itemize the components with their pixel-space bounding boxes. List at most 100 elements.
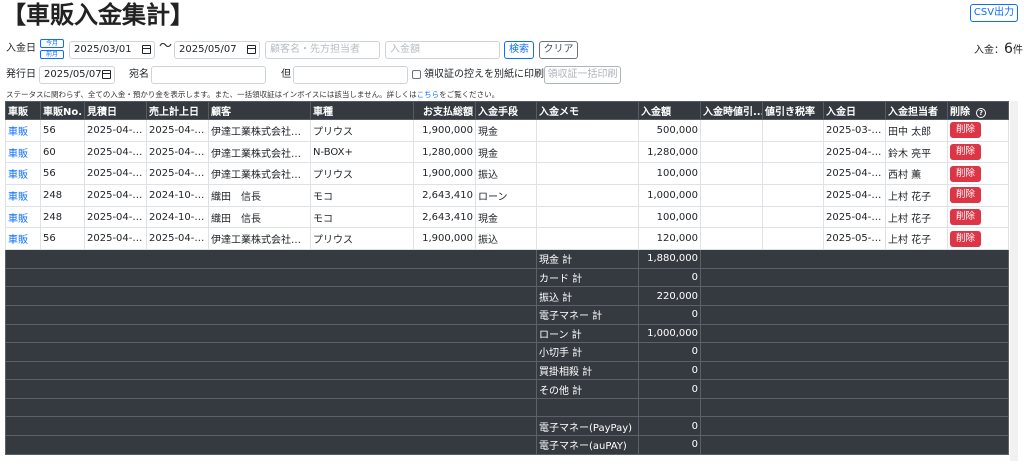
carsale-link[interactable]: 車販 bbox=[5, 140, 41, 164]
table-row: 車販 60 2025-04-18 2025-04-18 伊達工業株式会社 ... N-BO… bbox=[5, 140, 1009, 164]
search-button[interactable]: 検索 bbox=[504, 41, 534, 59]
summary-spacer bbox=[5, 379, 537, 399]
calendar-icon bbox=[102, 70, 111, 79]
cell-memo bbox=[536, 119, 639, 142]
delete-button[interactable]: 削除 bbox=[950, 165, 982, 182]
delete-button[interactable]: 削除 bbox=[950, 230, 982, 247]
cell-date: 2025-04-18 bbox=[823, 205, 886, 229]
cell-tax bbox=[762, 162, 824, 186]
clear-button[interactable]: クリア bbox=[539, 41, 578, 59]
carsale-link[interactable]: 車販 bbox=[5, 184, 41, 207]
cell-customer: 伊達工業株式会社 ... bbox=[208, 162, 311, 186]
cell-total: 1,280,000 bbox=[413, 140, 476, 164]
last-month-button[interactable]: 前月 bbox=[40, 50, 64, 59]
cell-est: 2025-04-18 bbox=[84, 140, 147, 164]
addressee-input[interactable] bbox=[151, 66, 266, 84]
carsale-link[interactable]: 車販 bbox=[5, 227, 41, 251]
summary-spacer bbox=[5, 304, 537, 325]
summary-spacer bbox=[5, 416, 537, 437]
issue-date-input[interactable]: 2025/05/07 bbox=[39, 66, 115, 84]
cell-tax bbox=[762, 227, 824, 251]
cell-car: モコ bbox=[310, 184, 414, 207]
count-prefix: 入金： bbox=[974, 45, 1004, 56]
delete-button[interactable]: 削除 bbox=[950, 209, 982, 226]
customer-search-input[interactable]: 顧客名・先方担当者 bbox=[265, 41, 380, 59]
summary-spacer bbox=[5, 435, 537, 455]
summary-row: 買掛相殺 計0 bbox=[5, 360, 1009, 381]
cell-est: 2025-04-18 bbox=[84, 227, 147, 251]
col-header-total: お支払総額 bbox=[413, 101, 476, 120]
cell-date: 2025-05-07 bbox=[823, 227, 886, 251]
col-header-delete: 削除? bbox=[947, 101, 1009, 120]
delete-button[interactable]: 削除 bbox=[950, 187, 982, 204]
delete-button[interactable]: 削除 bbox=[950, 144, 982, 161]
cell-no: 56 bbox=[40, 119, 85, 142]
help-icon[interactable]: ? bbox=[976, 108, 986, 118]
cell-no: 56 bbox=[40, 162, 85, 186]
payment-count: 入金：6件 bbox=[974, 42, 1023, 58]
count-suffix: 件 bbox=[1012, 45, 1023, 56]
proviso-input[interactable] bbox=[293, 66, 408, 84]
cell-sale: 2025-04-18 bbox=[146, 140, 209, 164]
cell-sale: 2025-04-18 bbox=[146, 162, 209, 186]
carsale-link[interactable]: 車販 bbox=[5, 119, 41, 142]
summary-label: 電子マネー(PayPay) bbox=[536, 416, 639, 437]
cell-delete: 削除 bbox=[947, 184, 1009, 207]
cell-discount bbox=[700, 205, 763, 229]
note-text: ステータスに関わらず、全ての入金・預かり金を表示します。また、一括領収証はインボ… bbox=[6, 90, 417, 99]
print-copy-checkbox[interactable] bbox=[412, 70, 421, 79]
summary-value: 0 bbox=[638, 435, 701, 455]
col-header-estimate-date: 見積日 bbox=[84, 101, 147, 120]
col-header-sales-date: 売上計上日 bbox=[146, 101, 209, 120]
summary-spacer bbox=[700, 342, 1009, 362]
cell-amount: 1,000,000 bbox=[638, 184, 701, 207]
note-link[interactable]: こちら bbox=[417, 90, 440, 99]
summary-value: 0 bbox=[638, 360, 701, 381]
cell-date: 2025-04-18 bbox=[823, 162, 886, 186]
cell-discount bbox=[700, 119, 763, 142]
cell-method: ローン bbox=[475, 184, 537, 207]
summary-spacer bbox=[700, 379, 1009, 399]
carsale-link[interactable]: 車販 bbox=[5, 162, 41, 186]
summary-label: 電子マネー 計 bbox=[536, 304, 639, 325]
summary-spacer bbox=[700, 416, 1009, 437]
cell-amount: 1,280,000 bbox=[638, 140, 701, 164]
amount-search-input[interactable]: 入金額 bbox=[385, 41, 500, 59]
scrollbar[interactable] bbox=[1010, 101, 1018, 461]
summary-label bbox=[536, 397, 639, 418]
bulk-receipt-print-button[interactable]: 領収証一括印刷 bbox=[544, 66, 621, 84]
carsale-link[interactable]: 車販 bbox=[5, 205, 41, 229]
cell-amount: 100,000 bbox=[638, 205, 701, 229]
table-row: 車販 248 2025-04-18 2024-10-30 織田 信長 モコ 2,643,41… bbox=[5, 205, 1009, 229]
addressee-label: 宛名 bbox=[129, 69, 149, 80]
cell-method: 振込 bbox=[475, 162, 537, 186]
summary-spacer bbox=[5, 286, 537, 306]
table-header-row: 車販 車販No. 見積日 売上計上日 顧客 車種 お支払総額 入金手段 入金メモ… bbox=[5, 101, 1009, 120]
this-month-button[interactable]: 今月 bbox=[40, 39, 64, 48]
cell-no: 248 bbox=[40, 205, 85, 229]
summary-value: 0 bbox=[638, 342, 701, 362]
delete-button[interactable]: 削除 bbox=[950, 122, 982, 139]
cell-customer: 伊達工業株式会社 ... bbox=[208, 140, 311, 164]
summary-label: 現金 計 bbox=[536, 249, 639, 269]
cell-memo bbox=[536, 205, 639, 229]
cell-customer: 伊達工業株式会社 ... bbox=[208, 119, 311, 142]
summary-label: カード 計 bbox=[536, 267, 639, 288]
date-from-input[interactable]: 2025/03/01 bbox=[69, 41, 155, 59]
summary-label: 振込 計 bbox=[536, 286, 639, 306]
cell-sale: 2024-10-30 bbox=[146, 205, 209, 229]
cell-total: 1,900,000 bbox=[413, 119, 476, 142]
cell-sale: 2024-10-30 bbox=[146, 184, 209, 207]
cell-no: 248 bbox=[40, 184, 85, 207]
summary-row: その他 計0 bbox=[5, 379, 1009, 399]
cell-sale: 2025-04-18 bbox=[146, 227, 209, 251]
cell-car: モコ bbox=[310, 205, 414, 229]
csv-export-button[interactable]: CSV出力 bbox=[970, 4, 1018, 22]
summary-value bbox=[638, 397, 701, 418]
cell-tax bbox=[762, 140, 824, 164]
cell-total: 2,643,410 bbox=[413, 205, 476, 229]
note-tail: をご覧ください。 bbox=[439, 90, 500, 99]
summary-row: ローン 計 1,000,000 bbox=[5, 323, 1009, 344]
date-to-input[interactable]: 2025/05/07 bbox=[174, 41, 260, 59]
cell-discount bbox=[700, 184, 763, 207]
